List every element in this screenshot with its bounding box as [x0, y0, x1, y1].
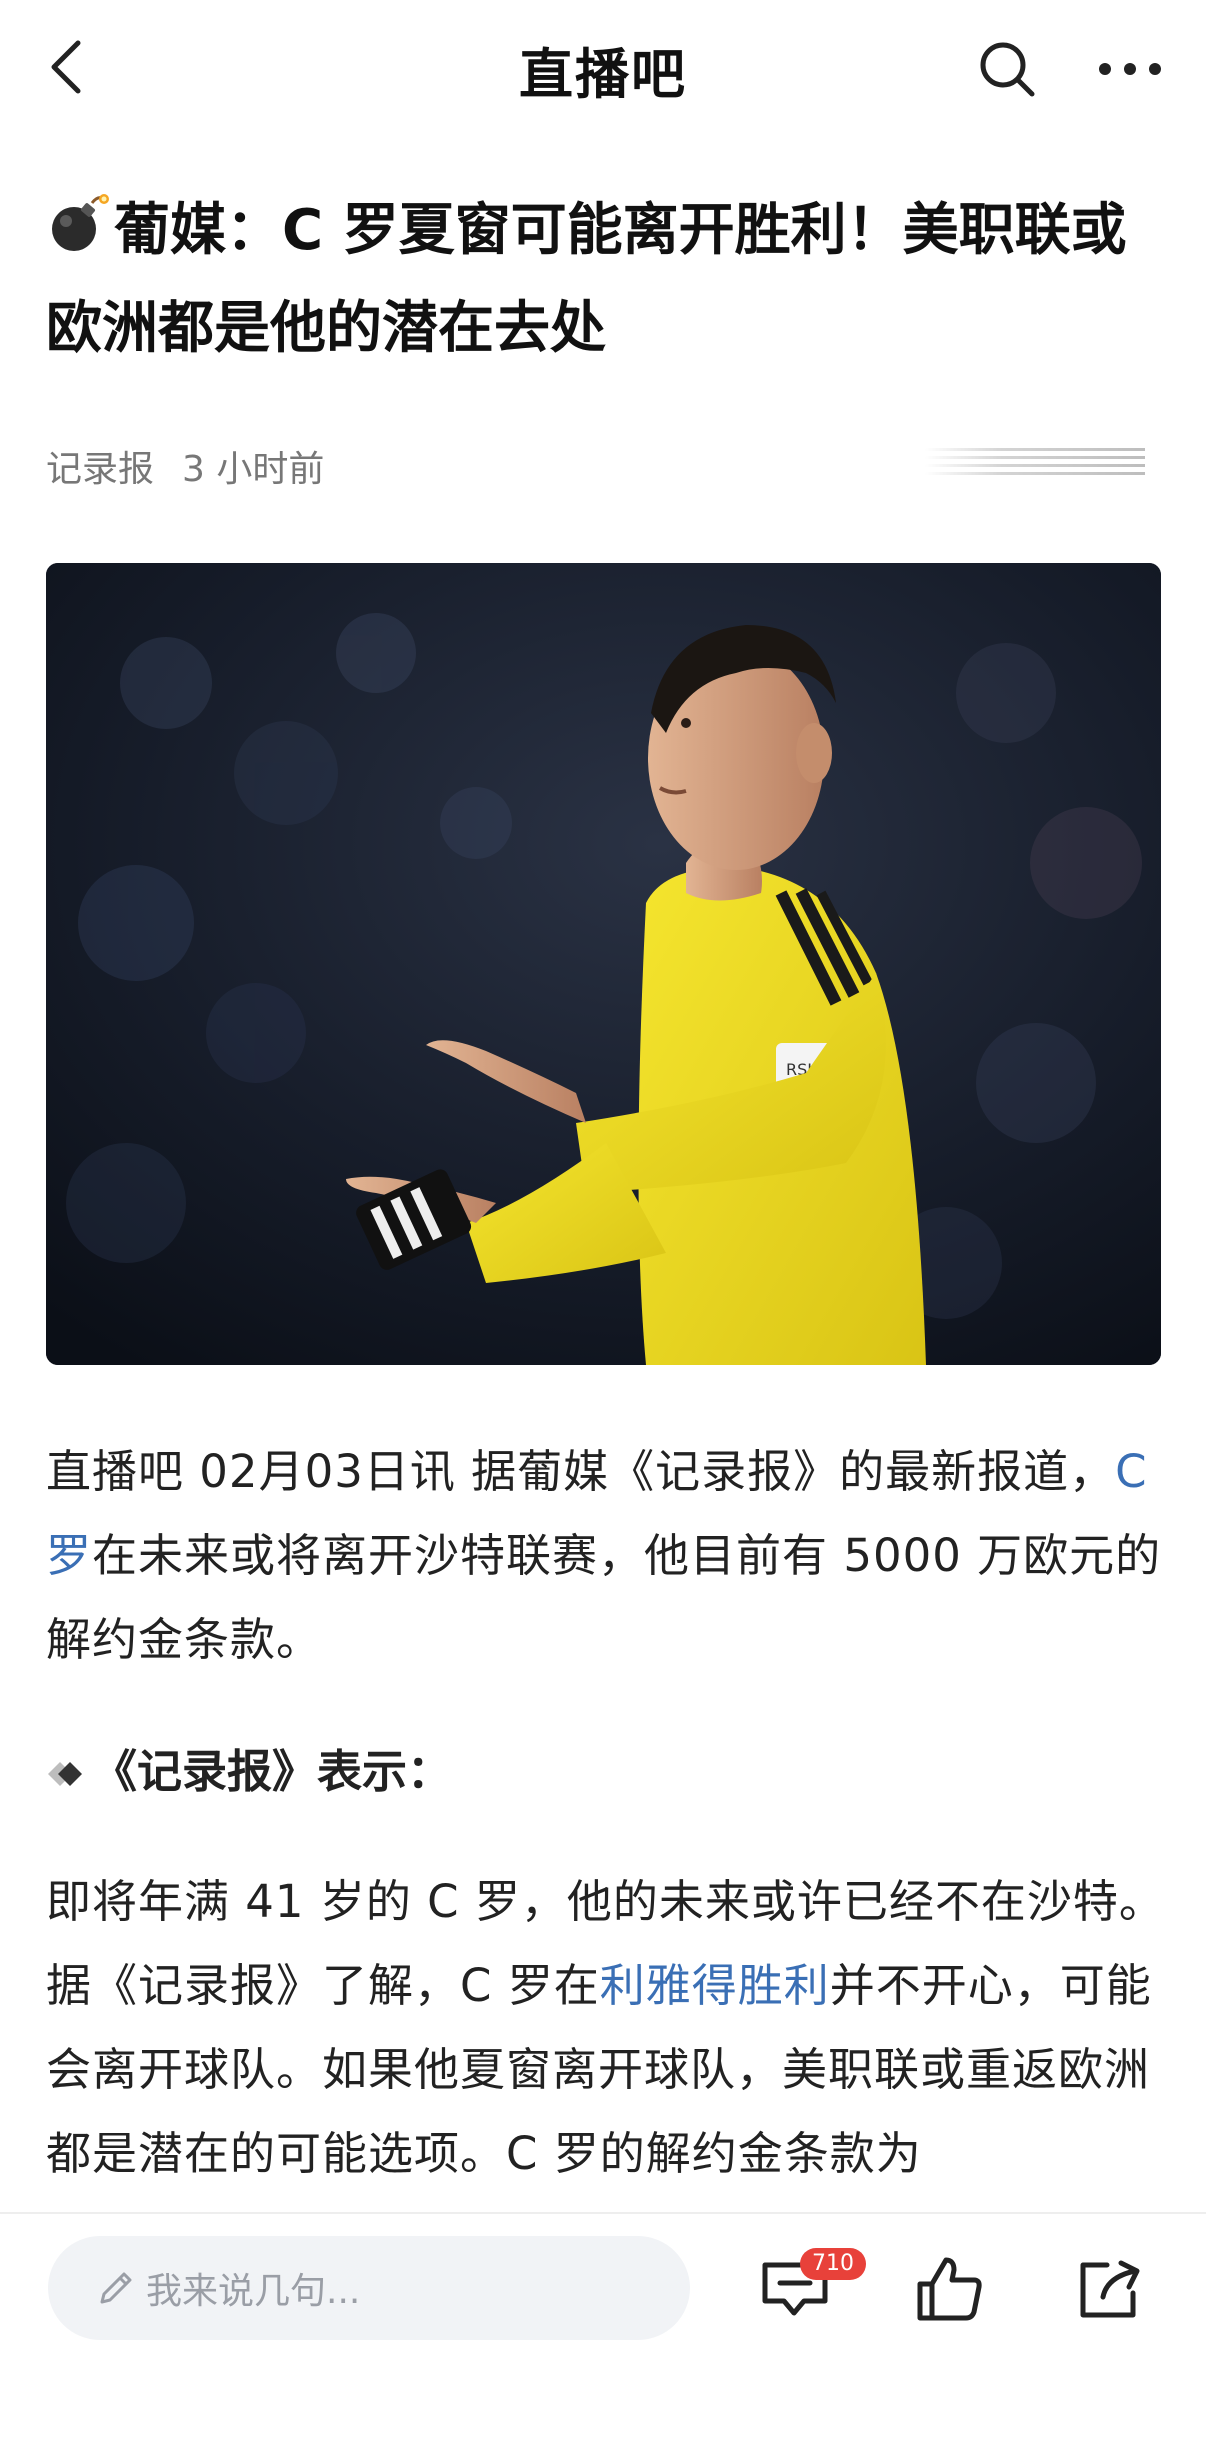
paragraph-1-text-b: 在未来或将离开沙特联赛，他目前有 5000 万欧元的解约金条款。: [46, 1529, 1162, 1666]
subheading-text: 《记录报》表示：: [92, 1745, 453, 1798]
article-time: 3 小时前: [182, 449, 325, 490]
article-paragraph-1: 直播吧 02月03日讯 据葡媒《记录报》的最新报道，C 罗在未来或将离开沙特联赛…: [46, 1430, 1166, 1682]
player-photo: RSL: [46, 563, 1161, 1365]
article-page: 直播吧 葡媒：C 罗夏窗可能离开胜利！美职联或欧洲都是他的潜在去处 记录报 3 …: [0, 0, 1206, 2462]
share-icon: [1080, 2260, 1140, 2318]
blurred-meta-decoration: [925, 448, 1145, 484]
article-source[interactable]: 记录报: [46, 449, 154, 490]
article-headline: 葡媒：C 罗夏窗可能离开胜利！美职联或欧洲都是他的潜在去处: [46, 182, 1166, 378]
top-nav: 直播吧: [0, 0, 1206, 140]
article-hero-image[interactable]: RSL: [46, 563, 1161, 1365]
paragraph-1-text-a: 直播吧 02月03日讯 据葡媒《记录报》的最新报道，: [46, 1445, 1116, 1498]
share-button[interactable]: [1065, 2244, 1155, 2334]
search-icon: [980, 42, 1035, 97]
more-button[interactable]: [1090, 34, 1170, 104]
bomb-icon: [52, 194, 109, 251]
diamond-bullet-icon: [48, 1762, 82, 1786]
team-link[interactable]: 利雅得胜利: [600, 1959, 830, 2012]
headline-text: 葡媒：C 罗夏窗可能离开胜利！美职联或欧洲都是他的潜在去处: [46, 198, 1127, 361]
comment-input[interactable]: 我来说几句...: [48, 2236, 690, 2340]
comment-placeholder: 我来说几句...: [146, 2271, 361, 2312]
like-button[interactable]: [905, 2244, 995, 2334]
thumbs-up-icon: [917, 2257, 982, 2321]
article-paragraph-2: 即将年满 41 岁的 C 罗，他的未来或许已经不在沙特。据《记录报》了解，C 罗…: [46, 1860, 1166, 2196]
search-button[interactable]: [972, 34, 1042, 104]
bottom-action-bar: 我来说几句... 710: [0, 2212, 1206, 2462]
article-meta: 记录报 3 小时前: [46, 440, 324, 492]
comment-count-badge: 710: [800, 2248, 866, 2280]
article-subheading: 《记录报》表示：: [46, 1730, 452, 1814]
pencil-icon: [100, 2272, 132, 2304]
more-horizontal-icon: [1099, 63, 1161, 75]
